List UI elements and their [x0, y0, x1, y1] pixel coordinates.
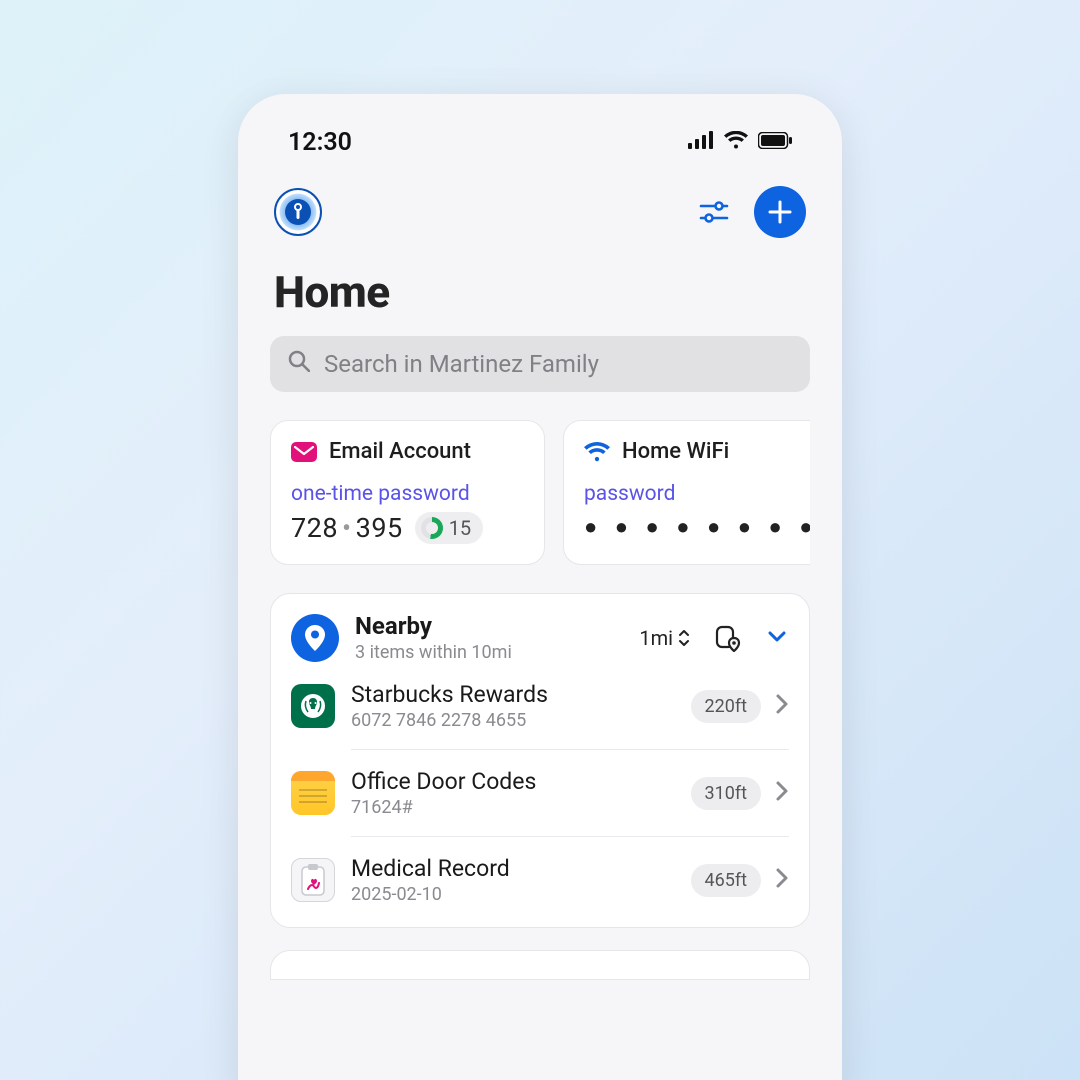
phone-frame: 12:30 Home	[238, 94, 842, 1080]
card-sublabel: one-time password	[291, 482, 524, 506]
nearby-item-office-codes[interactable]: Office Door Codes 71624# 310ft	[351, 749, 789, 836]
stepper-icon	[677, 628, 691, 648]
nearby-item-medical-record[interactable]: Medical Record 2025-02-10 465ft	[351, 836, 789, 923]
item-title: Office Door Codes	[351, 768, 691, 795]
item-subtitle: 6072 7846 2278 4655	[351, 710, 691, 731]
status-bar: 12:30	[270, 122, 810, 162]
password-masked: ● ● ● ● ● ● ● ● ● ●	[584, 514, 810, 540]
distance-badge: 220ft	[691, 690, 762, 723]
nearby-subtitle: 3 items within 10mi	[355, 642, 639, 663]
starbucks-icon	[291, 684, 335, 728]
search-placeholder: Search in Martinez Family	[324, 350, 599, 378]
card-sublabel: password	[584, 482, 810, 506]
nearby-item-starbucks[interactable]: Starbucks Rewards 6072 7846 2278 4655 22…	[291, 663, 789, 749]
app-logo[interactable]	[274, 188, 322, 236]
card-home-wifi[interactable]: Home WiFi password ● ● ● ● ● ● ● ● ● ●	[563, 420, 810, 565]
nearby-header: Nearby 3 items within 10mi 1mi	[291, 612, 789, 663]
progress-ring-icon	[421, 517, 443, 539]
app-header	[270, 186, 810, 238]
filter-sliders-button[interactable]	[696, 194, 732, 230]
item-title: Medical Record	[351, 855, 691, 882]
otp-timer: 15	[415, 512, 483, 544]
page-title: Home	[270, 266, 810, 318]
chevron-down-icon[interactable]	[765, 624, 789, 652]
medical-icon	[291, 858, 335, 902]
notes-icon	[291, 771, 335, 815]
pin-icon	[291, 614, 339, 662]
quick-cards-row[interactable]: Email Account one-time password 728•395 …	[270, 420, 810, 565]
item-title: Starbucks Rewards	[351, 681, 691, 708]
search-icon	[288, 350, 310, 378]
card-email-account[interactable]: Email Account one-time password 728•395 …	[270, 420, 545, 565]
distance-badge: 465ft	[691, 864, 762, 897]
search-input[interactable]: Search in Martinez Family	[270, 336, 810, 392]
geo-settings-button[interactable]	[713, 623, 743, 653]
card-title: Home WiFi	[622, 439, 729, 464]
wifi-icon	[724, 131, 748, 153]
wifi-icon	[584, 441, 610, 463]
add-button[interactable]	[754, 186, 806, 238]
mail-icon	[291, 441, 317, 463]
otp-value: 728•395	[291, 512, 403, 544]
battery-icon	[758, 132, 792, 153]
chevron-right-icon	[775, 780, 789, 806]
cellular-icon	[688, 131, 714, 153]
chevron-right-icon	[775, 693, 789, 719]
item-subtitle: 71624#	[351, 797, 691, 818]
range-selector[interactable]: 1mi	[639, 626, 691, 650]
nearby-panel: Nearby 3 items within 10mi 1mi Star	[270, 593, 810, 928]
chevron-right-icon	[775, 867, 789, 893]
nearby-title: Nearby	[355, 612, 639, 640]
card-title: Email Account	[329, 439, 471, 464]
item-subtitle: 2025-02-10	[351, 884, 691, 905]
panel-peek	[270, 950, 810, 980]
distance-badge: 310ft	[691, 777, 762, 810]
status-time: 12:30	[288, 128, 352, 157]
